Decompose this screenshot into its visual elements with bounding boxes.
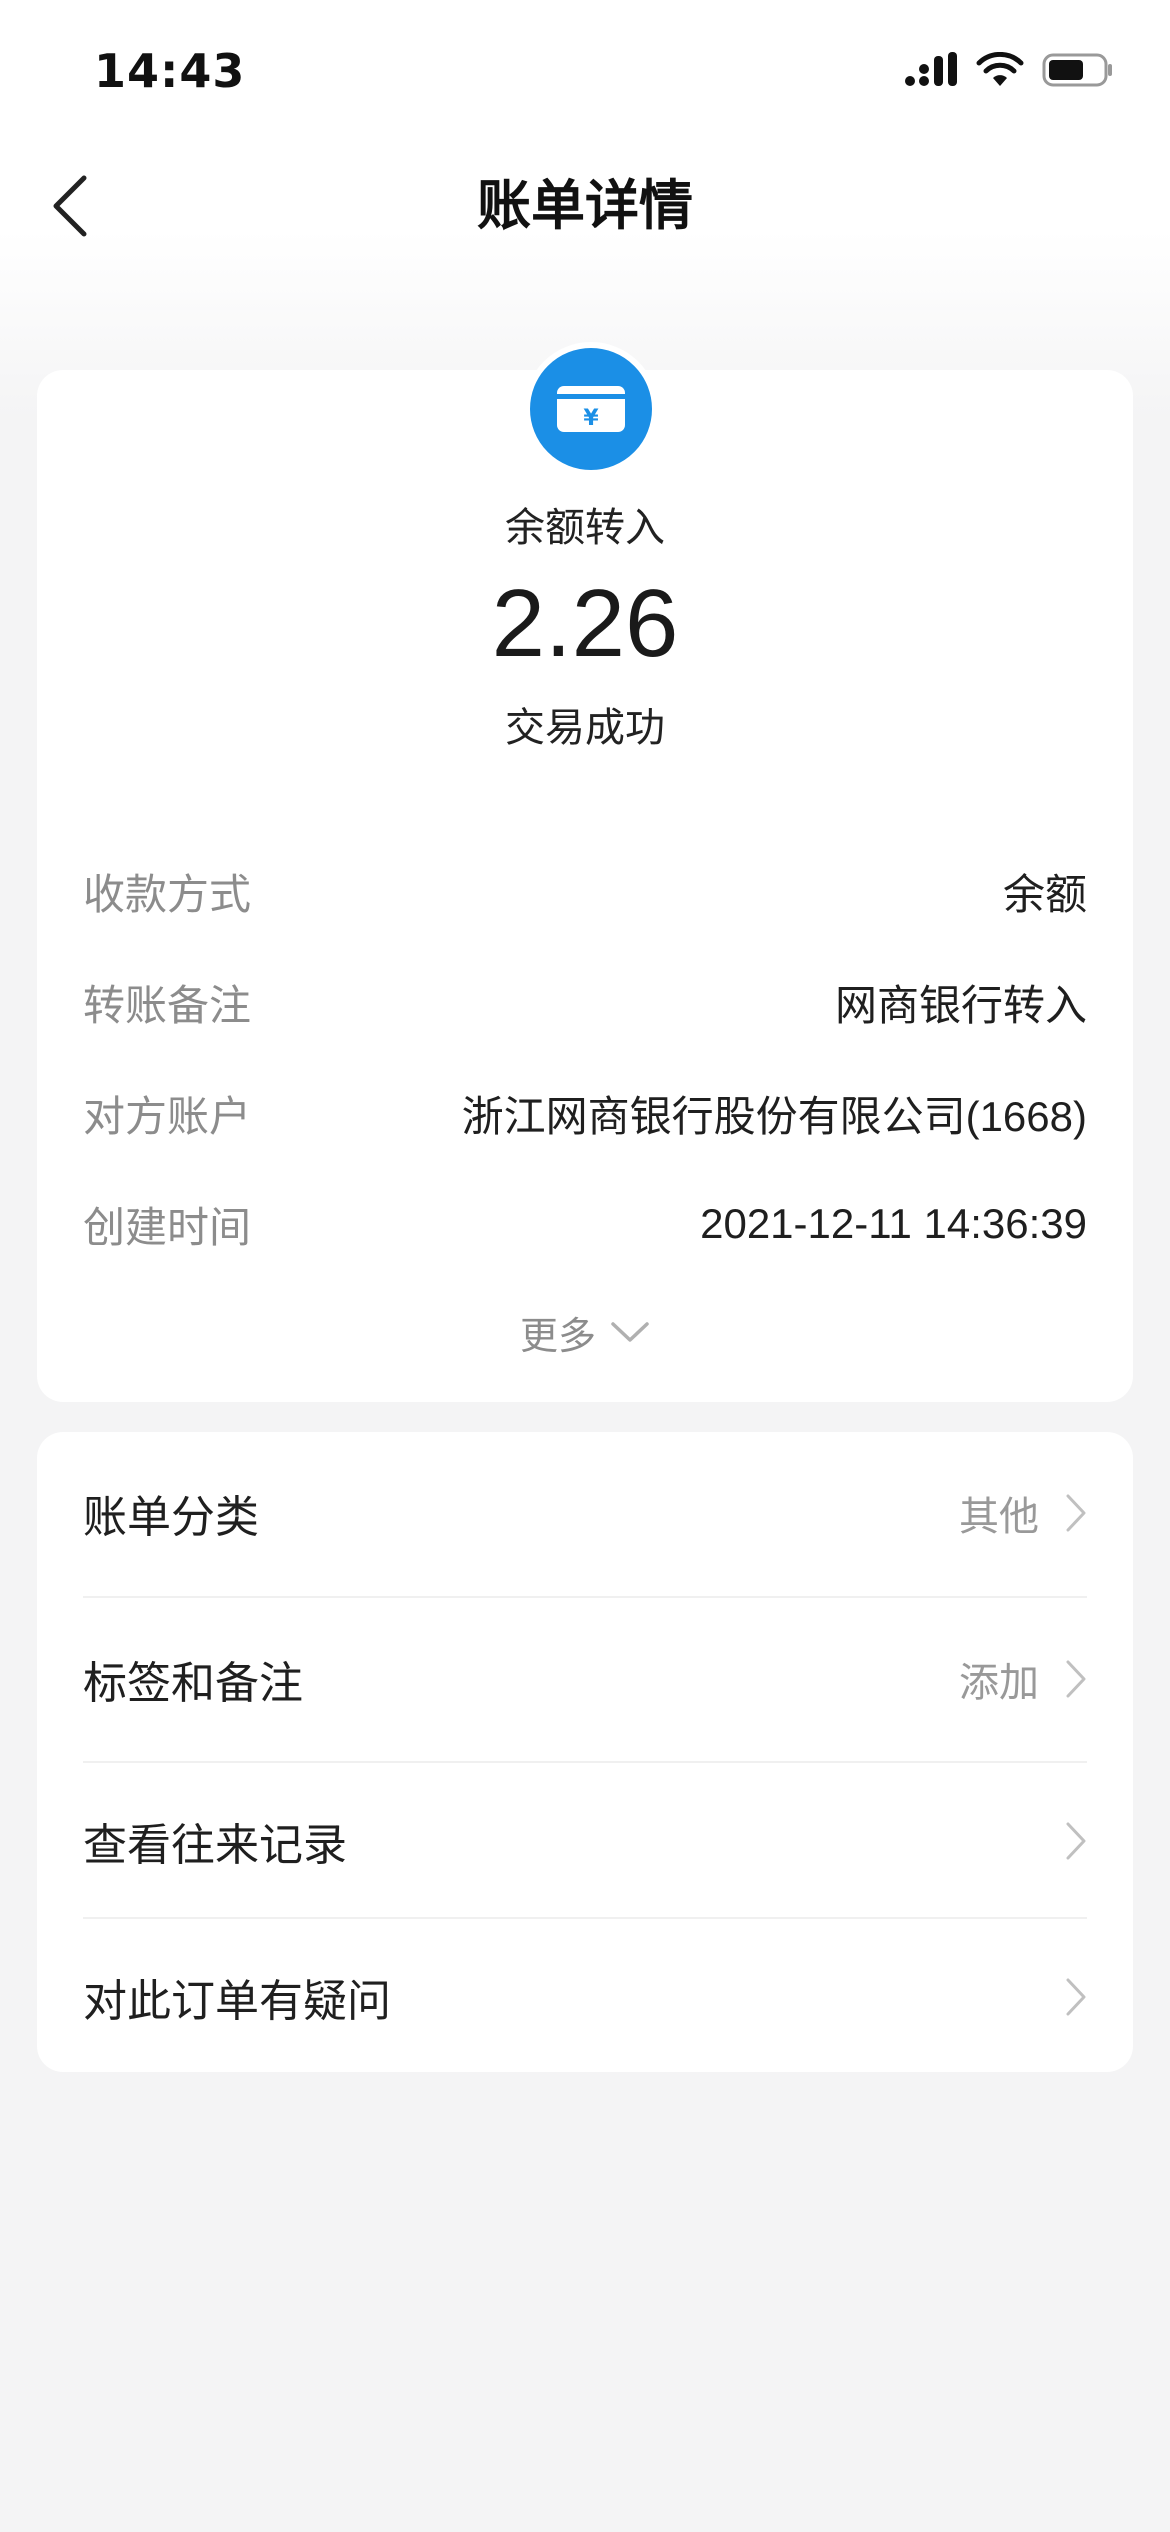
yuan-glyph: ¥ bbox=[583, 406, 599, 431]
divider bbox=[83, 1596, 1087, 1598]
menu-label: 账单分类 bbox=[83, 1492, 259, 1543]
divider bbox=[83, 1917, 1087, 1919]
detail-value: 余额 bbox=[1002, 870, 1087, 918]
detail-row-payment-method: 收款方式 余额 bbox=[83, 861, 1087, 921]
menu-item-transaction-history[interactable]: 查看往来记录 bbox=[83, 1804, 1087, 1878]
menu-item-tags-notes[interactable]: 标签和备注 添加 bbox=[83, 1642, 1087, 1716]
detail-label: 对方账户 bbox=[83, 1091, 252, 1141]
card-yuan-icon: ¥ bbox=[524, 342, 658, 476]
more-label: 更多 bbox=[519, 1313, 596, 1358]
chevron-right-icon bbox=[1066, 1494, 1086, 1532]
detail-value: 网商银行转入 bbox=[834, 981, 1087, 1029]
page-title: 账单详情 bbox=[477, 174, 693, 237]
battery-icon bbox=[1042, 52, 1114, 92]
detail-row-transfer-note: 转账备注 网商银行转入 bbox=[83, 972, 1087, 1032]
detail-row-created-time: 创建时间 2021-12-11 14:36:39 bbox=[83, 1194, 1087, 1254]
detail-label: 创建时间 bbox=[83, 1202, 252, 1252]
menu-label: 查看往来记录 bbox=[83, 1820, 347, 1871]
more-button[interactable]: 更多 bbox=[0, 1304, 1170, 1360]
detail-label: 收款方式 bbox=[83, 869, 252, 919]
status-icons bbox=[904, 51, 1114, 92]
detail-label: 转账备注 bbox=[83, 980, 252, 1030]
chevron-right-icon bbox=[1066, 1660, 1086, 1698]
divider bbox=[83, 1761, 1087, 1763]
menu-value: 添加 bbox=[959, 1660, 1039, 1706]
transaction-status: 交易成功 bbox=[505, 705, 665, 751]
detail-value: 浙江网商银行股份有限公司(1668) bbox=[461, 1092, 1087, 1140]
wifi-icon bbox=[976, 51, 1024, 92]
transaction-type: 余额转入 bbox=[505, 505, 665, 551]
transaction-amount: 2.26 bbox=[491, 570, 679, 677]
status-bar: 14:43 bbox=[0, 0, 1170, 140]
menu-label: 对此订单有疑问 bbox=[83, 1976, 391, 2027]
chevron-right-icon bbox=[1066, 1822, 1086, 1860]
menu-value: 其他 bbox=[959, 1494, 1039, 1540]
status-time: 14:43 bbox=[94, 44, 246, 98]
chevron-right-icon bbox=[1066, 1978, 1086, 2016]
menu-item-order-question[interactable]: 对此订单有疑问 bbox=[83, 1960, 1087, 2034]
menu-label: 标签和备注 bbox=[83, 1658, 303, 1709]
detail-row-counterparty-account: 对方账户 浙江网商银行股份有限公司(1668) bbox=[83, 1083, 1087, 1143]
cellular-signal-icon bbox=[904, 52, 958, 92]
detail-value: 2021-12-11 14:36:39 bbox=[700, 1200, 1087, 1247]
chevron-down-icon bbox=[611, 1322, 649, 1342]
menu-item-bill-category[interactable]: 账单分类 其他 bbox=[83, 1476, 1087, 1550]
